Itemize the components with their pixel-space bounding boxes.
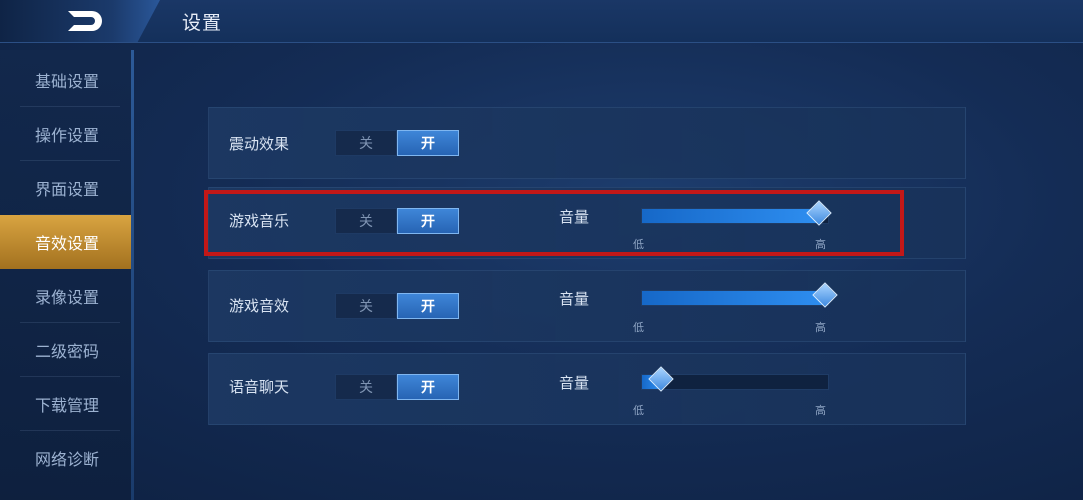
highlight-box xyxy=(204,190,904,256)
sidebar-item-label: 下载管理 xyxy=(34,396,99,415)
sidebar-item-label: 界面设置 xyxy=(34,180,99,199)
game-sfx-volume-slider[interactable] xyxy=(641,282,838,308)
volume-low-label: 低 xyxy=(633,404,644,417)
sidebar: 基础设置 操作设置 界面设置 音效设置 录像设置 二级密码 下载管理 网络诊断 xyxy=(0,50,134,500)
toggle-on-button[interactable]: 开 xyxy=(397,293,459,319)
game-sfx-toggle[interactable]: 关 开 xyxy=(335,293,459,319)
toggle-off-button[interactable]: 关 xyxy=(335,374,397,400)
toggle-off-button[interactable]: 关 xyxy=(335,293,397,319)
setting-row-voice-chat: 语音聊天 关 开 音量 低 高 xyxy=(208,353,966,425)
sidebar-item-controls[interactable]: 操作设置 xyxy=(0,107,134,161)
sidebar-item-label: 二级密码 xyxy=(34,342,99,361)
voice-chat-toggle[interactable]: 关 开 xyxy=(335,374,459,400)
sidebar-item-secondary-password[interactable]: 二级密码 xyxy=(0,323,134,377)
toggle-on-button[interactable]: 开 xyxy=(397,130,459,156)
volume-high-label: 高 xyxy=(815,404,826,417)
setting-label: 语音聊天 xyxy=(229,378,290,396)
sidebar-edge xyxy=(131,50,134,500)
sidebar-item-label: 网络诊断 xyxy=(34,450,99,469)
sidebar-item-basic[interactable]: 基础设置 xyxy=(0,53,134,107)
voice-chat-volume-slider[interactable] xyxy=(641,366,829,392)
setting-label: 游戏音效 xyxy=(229,297,290,315)
slider-fill xyxy=(642,291,828,305)
sidebar-item-label: 音效设置 xyxy=(34,234,99,253)
setting-label: 震动效果 xyxy=(229,135,290,153)
sidebar-item-sound[interactable]: 音效设置 xyxy=(0,215,134,269)
volume-label: 音量 xyxy=(559,290,590,308)
sidebar-item-interface[interactable]: 界面设置 xyxy=(0,161,134,215)
header-bar: 设置 xyxy=(0,0,1083,43)
vibration-toggle[interactable]: 关 开 xyxy=(335,130,459,156)
toggle-on-button[interactable]: 开 xyxy=(397,374,459,400)
sidebar-item-label: 基础设置 xyxy=(34,72,99,91)
sidebar-item-label: 录像设置 xyxy=(34,288,99,307)
sidebar-item-label: 操作设置 xyxy=(34,126,99,145)
back-arrow-icon xyxy=(68,11,102,31)
volume-low-label: 低 xyxy=(633,321,644,334)
back-button[interactable] xyxy=(0,0,160,42)
setting-row-vibration: 震动效果 关 开 xyxy=(208,107,966,179)
setting-row-game-sfx: 游戏音效 关 开 音量 低 高 xyxy=(208,270,966,342)
sidebar-item-network[interactable]: 网络诊断 xyxy=(0,431,134,485)
page-title: 设置 xyxy=(182,12,223,34)
sidebar-item-downloads[interactable]: 下载管理 xyxy=(0,377,134,431)
volume-high-label: 高 xyxy=(815,321,826,334)
volume-label: 音量 xyxy=(559,374,590,392)
toggle-off-button[interactable]: 关 xyxy=(335,130,397,156)
sidebar-item-replay[interactable]: 录像设置 xyxy=(0,269,134,323)
